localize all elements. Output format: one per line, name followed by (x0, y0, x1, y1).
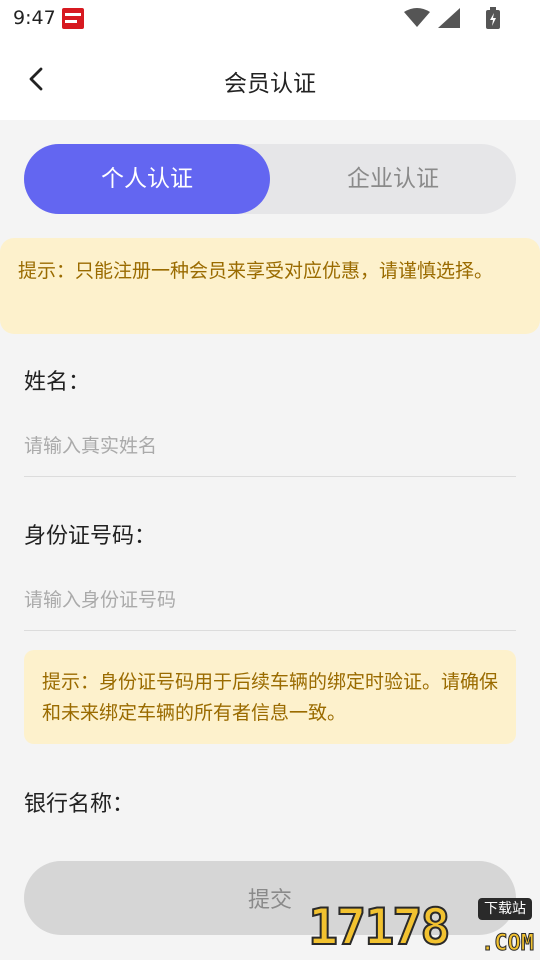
status-time: 9:47 (13, 7, 56, 29)
page-title: 会员认证 (224, 71, 316, 97)
membership-notice: 提示：只能注册一种会员来享受对应优惠，请谨慎选择。 (0, 238, 540, 334)
tab-personal[interactable]: 个人认证 (24, 144, 270, 214)
verification-type-tabs: 个人认证 企业认证 (24, 144, 516, 214)
bank-name-label: 银行名称： (24, 792, 135, 817)
watermark-number: 17178 (307, 898, 452, 956)
battery-icon (486, 7, 500, 29)
wifi-icon (404, 8, 430, 27)
signal-icon (438, 8, 460, 28)
name-label: 姓名： (24, 370, 91, 395)
tab-enterprise[interactable]: 企业认证 (270, 144, 516, 214)
id-number-notice: 提示：身份证号码用于后续车辆的绑定时验证。请确保和未来绑定车辆的所有者信息一致。 (24, 650, 516, 744)
status-bar: 9:47 (0, 0, 540, 38)
watermark-domain: .COM (481, 931, 535, 957)
id-number-input[interactable] (24, 570, 516, 631)
app-bar: 会员认证 (0, 38, 540, 120)
watermark-badge: 下载站 (478, 898, 532, 920)
name-input[interactable] (24, 416, 516, 477)
id-number-label: 身份证号码： (24, 524, 157, 549)
site-watermark: 17178 下载站 .COM (307, 898, 535, 957)
app-badge-icon (62, 8, 84, 29)
